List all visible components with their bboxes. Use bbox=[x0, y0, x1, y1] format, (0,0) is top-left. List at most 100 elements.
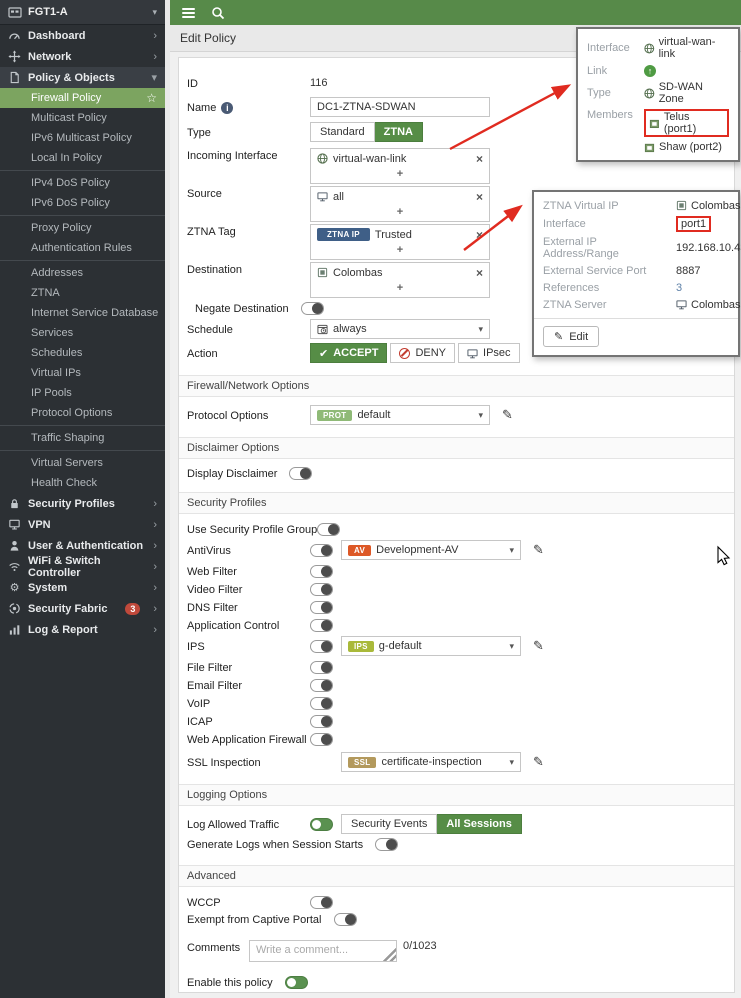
edit-pencil-icon[interactable]: ✎ bbox=[533, 754, 544, 770]
add-entry-button[interactable]: + bbox=[311, 282, 489, 297]
sidebar-item-addresses[interactable]: Addresses bbox=[0, 263, 165, 283]
web-application-firewall-toggle[interactable] bbox=[310, 732, 333, 746]
section-disclaimer-options: Disclaimer Options bbox=[179, 437, 734, 459]
address-icon bbox=[317, 192, 328, 202]
generate-logs-toggle[interactable] bbox=[375, 838, 399, 851]
action-accept-button[interactable]: ✔ ACCEPT bbox=[310, 343, 388, 363]
sidebar-item-system[interactable]: ⚙ System › bbox=[0, 577, 165, 598]
edit-button[interactable]: ✎ Edit bbox=[543, 326, 600, 347]
wccp-toggle[interactable] bbox=[310, 895, 333, 909]
interface-label: Interface bbox=[587, 42, 630, 54]
av-badge: AV bbox=[348, 544, 372, 556]
sidebar-item-health-check[interactable]: Health Check bbox=[0, 473, 165, 493]
voip-label: VoIP bbox=[187, 698, 211, 710]
email-filter-toggle[interactable] bbox=[310, 678, 333, 692]
security-events-button[interactable]: Security Events bbox=[341, 814, 438, 834]
sidebar-item-security-profiles[interactable]: Security Profiles › bbox=[0, 493, 165, 514]
sidebar-item-ipv6-dos-policy[interactable]: IPv6 DoS Policy bbox=[0, 193, 165, 213]
sidebar-item-virtual-ips[interactable]: Virtual IPs bbox=[0, 363, 165, 383]
sidebar-item-internet-service-database[interactable]: Internet Service Database bbox=[0, 303, 165, 323]
schedule-select[interactable]: always ▾ bbox=[310, 319, 490, 339]
sidebar-item-ipv6-multicast-policy[interactable]: IPv6 Multicast Policy bbox=[0, 128, 165, 148]
sidebar-item-virtual-servers[interactable]: Virtual Servers bbox=[0, 453, 165, 473]
sidebar-item-multicast-policy[interactable]: Multicast Policy bbox=[0, 108, 165, 128]
ipsec-monitor-icon bbox=[467, 348, 478, 358]
edit-pencil-icon[interactable]: ✎ bbox=[533, 542, 544, 558]
remove-icon[interactable]: × bbox=[476, 191, 483, 203]
remove-icon[interactable]: × bbox=[476, 267, 483, 279]
sidebar-item-network[interactable]: Network › bbox=[0, 46, 165, 67]
add-entry-button[interactable]: + bbox=[311, 206, 489, 221]
action-ipsec-button[interactable]: IPsec bbox=[458, 343, 520, 363]
hamburger-menu-icon[interactable] bbox=[182, 7, 195, 18]
type-ztna-button[interactable]: ZTNA bbox=[374, 122, 423, 142]
sidebar-item-authentication-rules[interactable]: Authentication Rules bbox=[0, 238, 165, 258]
source-entry[interactable]: all × bbox=[311, 187, 489, 206]
ztna-tag-entry[interactable]: ZTNA IP Trusted × bbox=[311, 225, 489, 244]
name-input[interactable] bbox=[310, 97, 490, 117]
sidebar-item-ip-pools[interactable]: IP Pools bbox=[0, 383, 165, 403]
sidebar-item-services[interactable]: Services bbox=[0, 323, 165, 343]
action-label: Action bbox=[187, 348, 218, 360]
ips-select[interactable]: IPS g-default ▾ bbox=[341, 636, 521, 656]
action-deny-button[interactable]: DENY bbox=[390, 343, 456, 363]
protocol-options-select[interactable]: PROT default ▾ bbox=[310, 405, 490, 425]
sidebar-item-schedules[interactable]: Schedules bbox=[0, 343, 165, 363]
icap-toggle[interactable] bbox=[310, 714, 333, 728]
type-standard-button[interactable]: Standard bbox=[310, 122, 375, 142]
edit-pencil-icon[interactable]: ✎ bbox=[533, 638, 544, 654]
enable-policy-toggle[interactable] bbox=[284, 976, 308, 989]
display-disclaimer-toggle[interactable] bbox=[289, 467, 313, 480]
type-label: Type bbox=[587, 87, 611, 99]
sdwan-zone-icon bbox=[644, 43, 655, 53]
sidebar-item-dashboard[interactable]: Dashboard › bbox=[0, 25, 165, 46]
ips-toggle[interactable] bbox=[310, 639, 333, 653]
references-link[interactable]: 3 bbox=[676, 282, 682, 294]
favorite-star-icon[interactable]: ☆ bbox=[146, 88, 157, 108]
antivirus-select[interactable]: AV Development-AV ▾ bbox=[341, 540, 521, 560]
log-allowed-traffic-toggle[interactable] bbox=[310, 817, 333, 831]
remove-icon[interactable]: × bbox=[476, 153, 483, 165]
hostname-selector[interactable]: FGT1-A ▾ bbox=[0, 0, 165, 25]
member-shaw: Shaw (port2) bbox=[659, 141, 722, 153]
add-entry-button[interactable]: + bbox=[311, 244, 489, 259]
sidebar-item-vpn[interactable]: VPN › bbox=[0, 514, 165, 535]
sidebar-item-security-fabric[interactable]: Security Fabric 3 › bbox=[0, 598, 165, 619]
video-filter-label: Video Filter bbox=[187, 584, 243, 596]
ztna-virtual-ip-value: Colombas bbox=[691, 199, 741, 212]
antivirus-toggle[interactable] bbox=[310, 543, 333, 557]
all-sessions-button[interactable]: All Sessions bbox=[437, 814, 522, 834]
sidebar-scrollbar-gutter[interactable] bbox=[165, 0, 170, 998]
comments-textarea[interactable] bbox=[249, 940, 397, 962]
edit-pencil-icon[interactable]: ✎ bbox=[502, 407, 513, 423]
sidebar-item-traffic-shaping[interactable]: Traffic Shaping bbox=[0, 428, 165, 448]
dns-filter-toggle[interactable] bbox=[310, 600, 333, 614]
sidebar-item-local-in-policy[interactable]: Local In Policy bbox=[0, 148, 165, 168]
incoming-interface-entry[interactable]: virtual-wan-link × bbox=[311, 149, 489, 168]
security-fabric-icon bbox=[9, 603, 20, 614]
sidebar-item-ztna[interactable]: ZTNA bbox=[0, 283, 165, 303]
negate-destination-toggle[interactable] bbox=[300, 302, 324, 315]
exempt-captive-portal-toggle[interactable] bbox=[333, 913, 357, 926]
sidebar-item-firewall-policy[interactable]: Firewall Policy ☆ bbox=[0, 88, 165, 108]
sidebar-item-ipv4-dos-policy[interactable]: IPv4 DoS Policy bbox=[0, 173, 165, 193]
video-filter-toggle[interactable] bbox=[310, 582, 333, 596]
voip-toggle[interactable] bbox=[310, 696, 333, 710]
destination-entry[interactable]: Colombas × bbox=[311, 263, 489, 282]
sidebar-item-policy-objects[interactable]: Policy & Objects ▾ bbox=[0, 67, 165, 88]
web-filter-toggle[interactable] bbox=[310, 564, 333, 578]
ssl-inspection-select[interactable]: SSL certificate-inspection ▾ bbox=[341, 752, 521, 772]
sidebar-item-protocol-options[interactable]: Protocol Options bbox=[0, 403, 165, 423]
remove-icon[interactable]: × bbox=[476, 229, 483, 241]
sidebar-item-log-report[interactable]: Log & Report › bbox=[0, 619, 165, 640]
sidebar-item-user-authentication[interactable]: User & Authentication › bbox=[0, 535, 165, 556]
sidebar-item-wifi-switch-controller[interactable]: WiFi & Switch Controller › bbox=[0, 555, 165, 579]
sidebar-item-proxy-policy[interactable]: Proxy Policy bbox=[0, 218, 165, 238]
add-entry-button[interactable]: + bbox=[311, 168, 489, 183]
file-filter-toggle[interactable] bbox=[310, 660, 333, 674]
interface-value: virtual-wan-link bbox=[658, 36, 716, 60]
sidebar-separator bbox=[0, 450, 165, 451]
search-icon[interactable] bbox=[211, 6, 225, 20]
application-control-toggle[interactable] bbox=[310, 618, 333, 632]
use-security-profile-group-toggle[interactable] bbox=[317, 522, 341, 536]
